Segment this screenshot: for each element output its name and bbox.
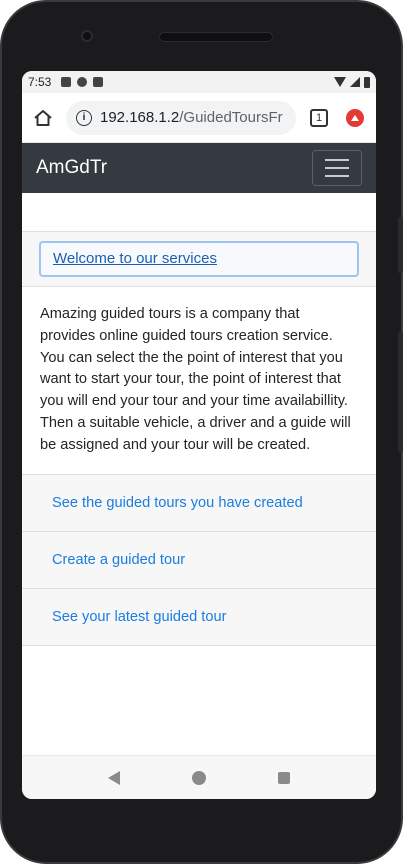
update-icon[interactable] — [346, 108, 364, 127]
browser-toolbar: i 192.168.1.2/GuidedToursFr 1 — [22, 93, 376, 143]
hamburger-line — [325, 167, 349, 169]
wifi-icon — [334, 77, 346, 87]
hamburger-line — [325, 159, 349, 161]
welcome-link[interactable]: Welcome to our services — [39, 241, 359, 277]
card-header: Welcome to our services — [22, 232, 376, 287]
link-see-created-tours[interactable]: See the guided tours you have created — [22, 473, 376, 531]
volume-button — [398, 332, 403, 452]
brand-logo[interactable]: AmGdTr — [36, 157, 107, 179]
address-bar[interactable]: i 192.168.1.2/GuidedToursFr — [66, 100, 296, 135]
hamburger-line — [325, 175, 349, 177]
status-bar: 7:53 — [22, 71, 376, 93]
home-circle-icon[interactable] — [192, 770, 206, 785]
app-navbar: AmGdTr — [22, 143, 376, 193]
power-button — [398, 217, 403, 273]
recent-apps-icon[interactable] — [278, 771, 290, 784]
tab-switcher-button[interactable]: 1 — [310, 108, 328, 127]
page-spacer — [22, 193, 376, 231]
url-path: /GuidedToursFr — [179, 109, 283, 126]
back-icon[interactable] — [108, 770, 120, 785]
notification-a-icon — [61, 77, 72, 87]
card-description: Amazing guided tours is a company that p… — [40, 306, 351, 453]
home-icon — [34, 109, 52, 126]
notification-b-icon — [77, 77, 88, 87]
browser-home-button[interactable] — [32, 107, 54, 129]
link-latest-tour[interactable]: See your latest guided tour — [22, 587, 376, 645]
menu-toggle-button[interactable] — [312, 150, 362, 186]
url-host: 192.168.1.2 — [100, 109, 180, 126]
services-card: Welcome to our services Amazing guided t… — [22, 231, 376, 646]
status-time: 7:53 — [28, 75, 52, 89]
signal-icon — [350, 77, 360, 87]
screen: 7:53 i 192.168.1.2/GuidedToursFr 1 AmGdT… — [22, 71, 376, 799]
front-camera — [81, 30, 93, 42]
link-create-tour[interactable]: Create a guided tour — [22, 530, 376, 588]
android-nav-bar — [22, 755, 376, 799]
info-icon[interactable]: i — [76, 109, 92, 126]
earpiece-speaker — [159, 32, 273, 42]
sd-card-icon — [93, 77, 104, 87]
battery-icon — [364, 76, 370, 88]
